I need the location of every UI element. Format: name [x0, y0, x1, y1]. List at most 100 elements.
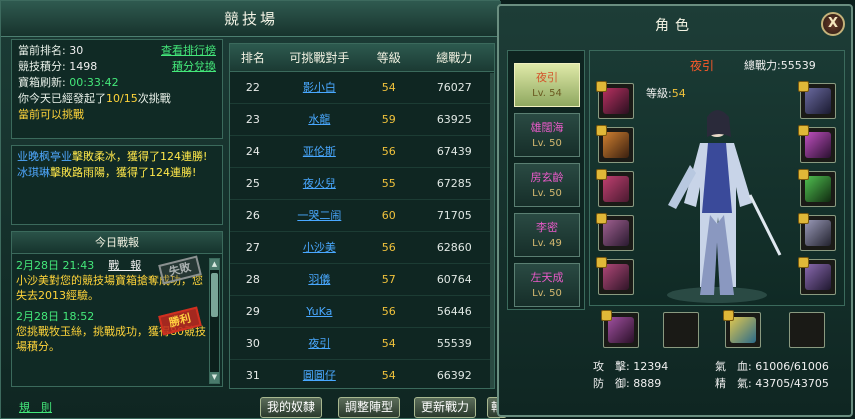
- level-cell: 54: [381, 337, 396, 350]
- my-slaves-button[interactable]: 我的奴隸: [260, 397, 323, 418]
- refresh-power-button[interactable]: 更新戰力: [414, 397, 477, 418]
- power-cell: 56446: [436, 305, 472, 318]
- opponent-name-link[interactable]: 水龍: [276, 104, 363, 135]
- rank-cell: 30: [245, 337, 260, 350]
- hp-value: 61006/61006: [755, 360, 829, 373]
- gear-slot-weapon[interactable]: [596, 81, 634, 119]
- table-row: 25 夜火兒 55 67285: [230, 168, 494, 200]
- lock-icon: [596, 213, 607, 224]
- spirit-label: 精 氣:: [715, 377, 752, 390]
- news-text: 擊敗路雨陽，獲得了124連勝!: [50, 166, 197, 179]
- gear-slot-empty[interactable]: [789, 312, 825, 348]
- rank-cell: 27: [245, 241, 260, 254]
- gear-slot-ring[interactable]: [798, 213, 836, 251]
- table-row: 26 一哭二闹 60 71705: [230, 200, 494, 232]
- lock-icon: [596, 169, 607, 180]
- news-text: 擊敗柔冰，獲得了124連勝!: [72, 150, 208, 163]
- gear-slot-extra-1[interactable]: [601, 310, 639, 348]
- extra-slots-row: [589, 308, 845, 354]
- opponent-name-link[interactable]: 羽儀: [276, 264, 363, 295]
- report-scrollbar[interactable]: ▲ ▼: [209, 258, 220, 384]
- lock-icon: [596, 125, 607, 136]
- col-level-header: 等級: [376, 51, 401, 65]
- role-tab[interactable]: 房玄齡 Lv. 50: [514, 163, 580, 207]
- power-cell: 63925: [436, 113, 472, 126]
- adjust-lineup-button[interactable]: 調整陣型: [338, 397, 401, 418]
- news-item: 业晚枫亭业擊敗柔冰，獲得了124連勝!: [17, 149, 217, 165]
- level-cell: 54: [381, 81, 396, 94]
- gear-slot-empty[interactable]: [663, 312, 699, 348]
- rank-cell: 31: [245, 369, 260, 382]
- attack-label: 攻 擊:: [593, 360, 630, 373]
- power-label: 總戰力:: [744, 59, 781, 72]
- level-cell: 60: [381, 209, 396, 222]
- boots-icon: [603, 264, 629, 290]
- opponent-name-link[interactable]: 夜引: [276, 328, 363, 359]
- opponent-name-link[interactable]: 影小白: [276, 72, 363, 103]
- table-scrollbar[interactable]: [490, 73, 494, 388]
- ornament-icon: [805, 88, 831, 114]
- table-row: 31 圓圓仔 54 66392: [230, 360, 494, 388]
- level-cell: 59: [381, 113, 396, 126]
- role-tab[interactable]: 雄闊海 Lv. 50: [514, 113, 580, 157]
- gear-slot-armor[interactable]: [596, 169, 634, 207]
- character-stats: 攻 擊: 12394 氣 血: 61006/61006 防 御: 8889 精 …: [589, 354, 845, 414]
- opponent-name-link[interactable]: 夜火兒: [276, 168, 363, 199]
- battle-report-title: 今日戰報: [12, 232, 222, 254]
- points-exchange-link[interactable]: 積分兌換: [172, 59, 216, 75]
- scroll-thumb[interactable]: [211, 273, 218, 317]
- gear-slot-belt[interactable]: [596, 213, 634, 251]
- role-tab[interactable]: 左天成 Lv. 50: [514, 263, 580, 307]
- gear-slot-ornament[interactable]: [798, 81, 836, 119]
- table-row: 24 亚伦斯 56 67439: [230, 136, 494, 168]
- rank-cell: 28: [245, 273, 260, 286]
- armor-icon: [603, 176, 629, 202]
- lock-icon: [798, 81, 809, 92]
- lock-icon: [596, 81, 607, 92]
- close-icon[interactable]: X: [821, 12, 845, 36]
- scroll-up-arrow-icon[interactable]: ▲: [210, 259, 219, 270]
- gear-slot-helmet[interactable]: [596, 125, 634, 163]
- gear-slot-bracelet[interactable]: [798, 257, 836, 295]
- robe-icon: [608, 317, 634, 343]
- report-detail-link[interactable]: 戰 報: [108, 259, 141, 272]
- level-cell: 56: [381, 241, 396, 254]
- role-tab[interactable]: 李密 Lv. 49: [514, 213, 580, 257]
- rank-cell: 23: [245, 113, 260, 126]
- arena-window: 競技場 當前排名: 30 查看排行榜 競技積分: 1498 積分兌換 寶箱刷新:…: [0, 0, 508, 419]
- role-name: 房玄齡: [530, 171, 564, 184]
- view-leaderboard-link[interactable]: 查看排行榜: [161, 43, 216, 59]
- rank-cell: 26: [245, 209, 260, 222]
- role-tab[interactable]: 夜引 Lv. 54: [514, 63, 580, 107]
- gear-slot-boots[interactable]: [596, 257, 634, 295]
- gear-slot-necklace[interactable]: [798, 125, 836, 163]
- power-cell: 71705: [436, 209, 472, 222]
- battle-report-panel: 今日戰報 2月28日 21:43 戰 報 小沙美對您的競技場寶箱搶奪成功，您失去2…: [11, 231, 223, 387]
- opponent-name-link[interactable]: 亚伦斯: [276, 136, 363, 167]
- power-cell: 76027: [436, 81, 472, 94]
- opponent-name-link[interactable]: YuKa: [276, 296, 363, 327]
- rank-cell: 22: [245, 81, 260, 94]
- gear-slot-extra-2[interactable]: [723, 310, 761, 348]
- power-cell: 66392: [436, 369, 472, 382]
- chest-refresh-timer: 00:33:42: [69, 76, 119, 89]
- points-value: 1498: [69, 60, 98, 73]
- spirit-value: 43705/43705: [755, 377, 829, 390]
- news-player-name: 冰琪琳: [17, 166, 50, 179]
- rules-link[interactable]: 規 則: [19, 399, 52, 415]
- scroll-down-arrow-icon[interactable]: ▼: [210, 372, 219, 383]
- power-cell: 60764: [436, 273, 472, 286]
- level-cell: 55: [381, 177, 396, 190]
- col-rank-header: 排名: [240, 51, 265, 65]
- power-value: 55539: [780, 59, 816, 72]
- opponent-name-link[interactable]: 圓圓仔: [276, 360, 363, 388]
- rank-cell: 24: [245, 145, 260, 158]
- gear-slot-pendant[interactable]: [798, 169, 836, 207]
- lock-icon: [798, 257, 809, 268]
- col-power-header: 總戰力: [436, 51, 473, 65]
- ring-icon: [805, 220, 831, 246]
- opponent-name-link[interactable]: 小沙美: [276, 232, 363, 263]
- opponent-name-link[interactable]: 一哭二闹: [276, 200, 363, 231]
- battle-report-list: 2月28日 21:43 戰 報 小沙美對您的競技場寶箱搶奪成功，您失去2013經驗…: [16, 255, 206, 360]
- defense-value: 8889: [633, 377, 662, 390]
